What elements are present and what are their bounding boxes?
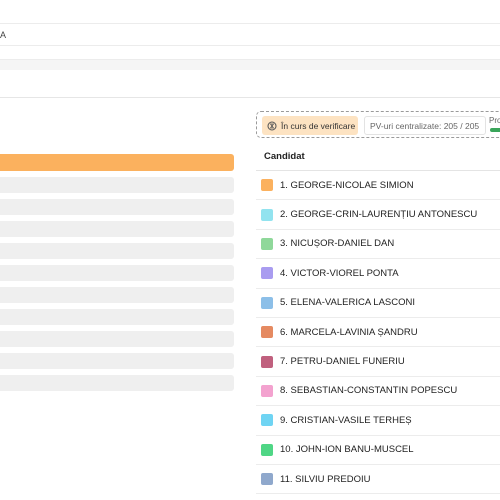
candidate-name: 1. GEORGE-NICOLAE SIMION <box>280 179 414 191</box>
candidate-color-swatch <box>261 237 273 250</box>
candidate-color-swatch <box>261 443 273 456</box>
status-filter-group: În curs de verificare PV-uri centralizat… <box>256 111 500 138</box>
column-header-candidat: Candidat <box>256 141 500 171</box>
chart-bar <box>0 221 234 237</box>
candidates-list: 1. GEORGE-NICOLAE SIMION 2. GEORGE-CRIN-L… <box>256 171 500 495</box>
chart-bar <box>0 309 234 325</box>
candidate-name: 6. MARCELA-LAVINIA ȘANDRU <box>280 326 418 338</box>
candidate-row[interactable]: 4. VICTOR-VIOREL PONTA <box>256 259 500 289</box>
hourglass-icon <box>267 121 277 131</box>
candidate-name: 3. NICUȘOR-DANIEL DAN <box>280 238 395 250</box>
chart-bar <box>0 154 234 171</box>
chart-bar <box>0 265 234 281</box>
candidate-color-swatch <box>261 326 273 339</box>
progress-bar <box>490 128 500 132</box>
candidate-row[interactable]: 6. MARCELA-LAVINIA ȘANDRU <box>256 318 500 348</box>
candidate-row[interactable]: 5. ELENA-VALERICA LASCONI <box>256 289 500 318</box>
header-spacer <box>0 46 500 60</box>
header-row: A <box>0 24 500 46</box>
chart-bar <box>0 331 234 347</box>
candidates-table: Candidat 1. GEORGE-NICOLAE SIMION 2. GEOR… <box>256 141 500 495</box>
candidate-row[interactable]: 7. PETRU-DANIEL FUNERIU <box>256 347 500 377</box>
candidate-row[interactable]: 2. GEORGE-CRIN-LAURENȚIU ANTONESCU <box>256 200 500 230</box>
toolbar-row <box>0 70 500 98</box>
chart-bar <box>0 375 234 391</box>
pv-count-label: PV-uri centralizate: 205 / 205 <box>370 120 480 131</box>
candidate-name: 7. PETRU-DANIEL FUNERIU <box>280 356 405 368</box>
candidate-row[interactable]: 8. SEBASTIAN-CONSTANTIN POPESCU <box>256 377 500 407</box>
candidate-color-swatch <box>261 473 273 486</box>
candidate-row[interactable]: 10. JOHN-ION BANU-MUSCEL <box>256 436 500 465</box>
candidate-row[interactable]: 9. CRISTIAN-VASILE TERHEȘ <box>256 406 500 436</box>
candidate-row[interactable]: 1. GEORGE-NICOLAE SIMION <box>256 171 500 201</box>
candidate-name: 5. ELENA-VALERICA LASCONI <box>280 297 415 309</box>
candidate-name: 11. SILVIU PREDOIU <box>280 473 371 485</box>
progress-fill <box>490 128 500 132</box>
header-row-text: A <box>0 30 7 40</box>
top-bar <box>0 0 500 24</box>
candidate-name: 4. VICTOR-VIOREL PONTA <box>280 267 399 279</box>
candidate-color-swatch <box>261 208 273 221</box>
candidate-color-swatch <box>261 384 273 397</box>
candidate-name: 8. SEBASTIAN-CONSTANTIN POPESCU <box>280 385 458 397</box>
candidate-row[interactable]: 3. NICUȘOR-DANIEL DAN <box>256 230 500 260</box>
candidate-name: 10. JOHN-ION BANU-MUSCEL <box>280 444 414 456</box>
candidate-color-swatch <box>261 296 273 309</box>
candidate-color-swatch <box>261 179 273 192</box>
progress-label: Pro <box>489 116 500 125</box>
chart-bar <box>0 353 234 369</box>
candidate-row[interactable]: 11. SILVIU PREDOIU <box>256 465 500 495</box>
header-band <box>0 60 500 70</box>
candidate-name: 9. CRISTIAN-VASILE TERHEȘ <box>280 414 412 426</box>
results-bar-chart <box>0 154 234 397</box>
chart-bar <box>0 287 234 303</box>
chart-bar <box>0 177 234 193</box>
candidate-color-swatch <box>261 355 273 368</box>
candidate-name: 2. GEORGE-CRIN-LAURENȚIU ANTONESCU <box>280 209 478 221</box>
chart-bar <box>0 243 234 259</box>
status-label: În curs de verificare <box>281 120 356 131</box>
status-button[interactable]: În curs de verificare <box>262 116 358 135</box>
candidate-color-swatch <box>261 414 273 427</box>
chart-bar <box>0 199 234 215</box>
candidate-color-swatch <box>261 267 273 280</box>
pv-count-badge: PV-uri centralizate: 205 / 205 <box>364 116 486 135</box>
